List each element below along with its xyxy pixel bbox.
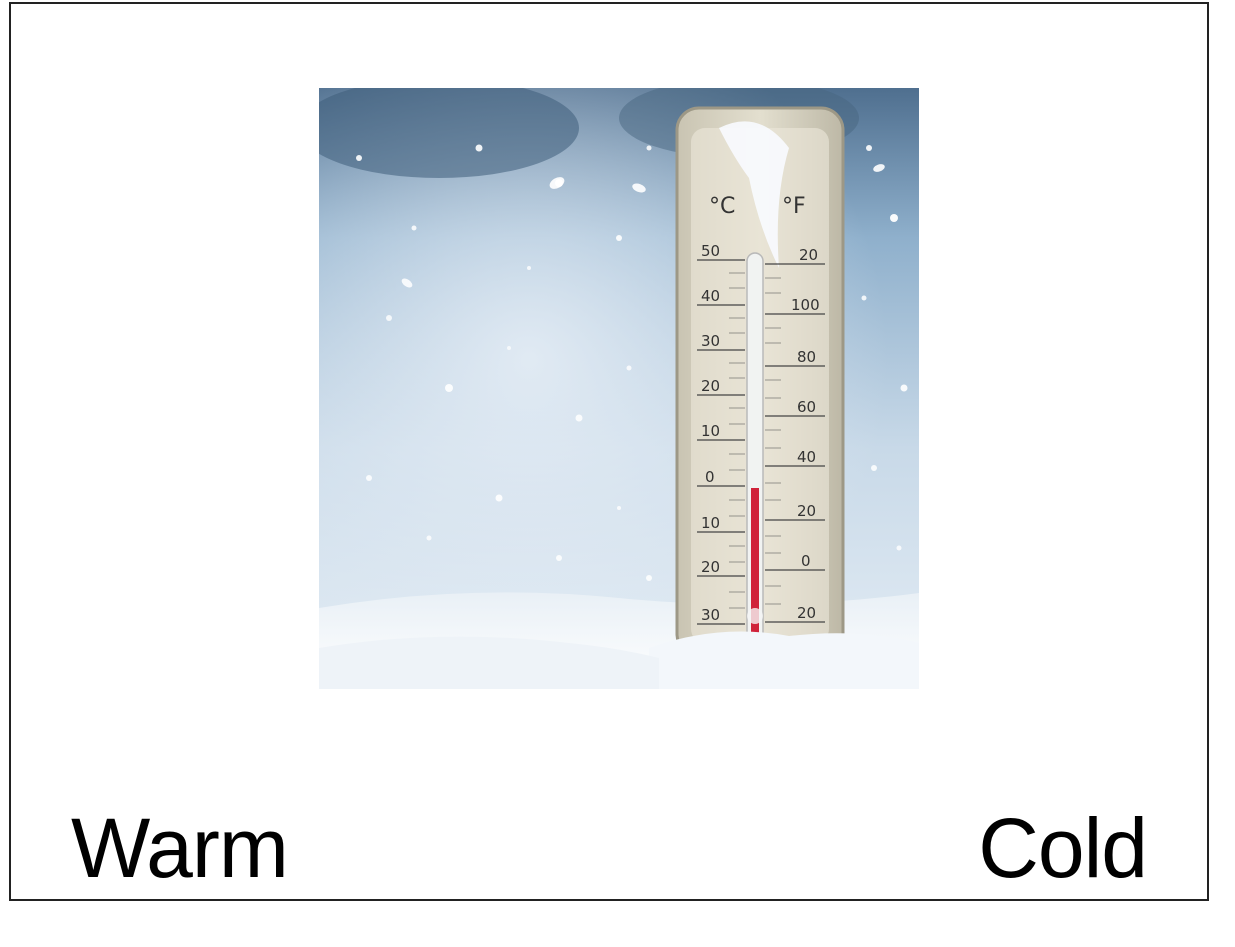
svg-text:20: 20: [701, 377, 720, 395]
svg-text:80: 80: [797, 348, 816, 366]
svg-text:°F: °F: [782, 194, 806, 219]
svg-text:20: 20: [701, 558, 720, 576]
svg-text:60: 60: [797, 398, 816, 416]
svg-text:50: 50: [701, 242, 720, 260]
card-frame: °C °F 50 40 30 20 10 0 10 20 30 20 100 8…: [9, 2, 1209, 901]
svg-text:30: 30: [701, 332, 720, 350]
svg-text:0: 0: [705, 468, 715, 486]
warm-option-label[interactable]: Warm: [71, 800, 289, 896]
svg-text:20: 20: [797, 502, 816, 520]
svg-text:30: 30: [701, 606, 720, 624]
svg-text:0: 0: [801, 552, 811, 570]
svg-text:20: 20: [797, 604, 816, 622]
cold-option-label[interactable]: Cold: [978, 800, 1148, 896]
svg-text:40: 40: [701, 287, 720, 305]
svg-text:40: 40: [797, 448, 816, 466]
thermometer-icon: °C °F 50 40 30 20 10 0 10 20 30 20 100 8…: [319, 88, 919, 689]
svg-text:°C: °C: [709, 194, 735, 219]
svg-text:10: 10: [701, 514, 720, 532]
thermometer-snow-photo: °C °F 50 40 30 20 10 0 10 20 30 20 100 8…: [319, 88, 919, 689]
svg-text:20: 20: [799, 246, 818, 264]
svg-text:100: 100: [791, 296, 820, 314]
svg-text:10: 10: [701, 422, 720, 440]
